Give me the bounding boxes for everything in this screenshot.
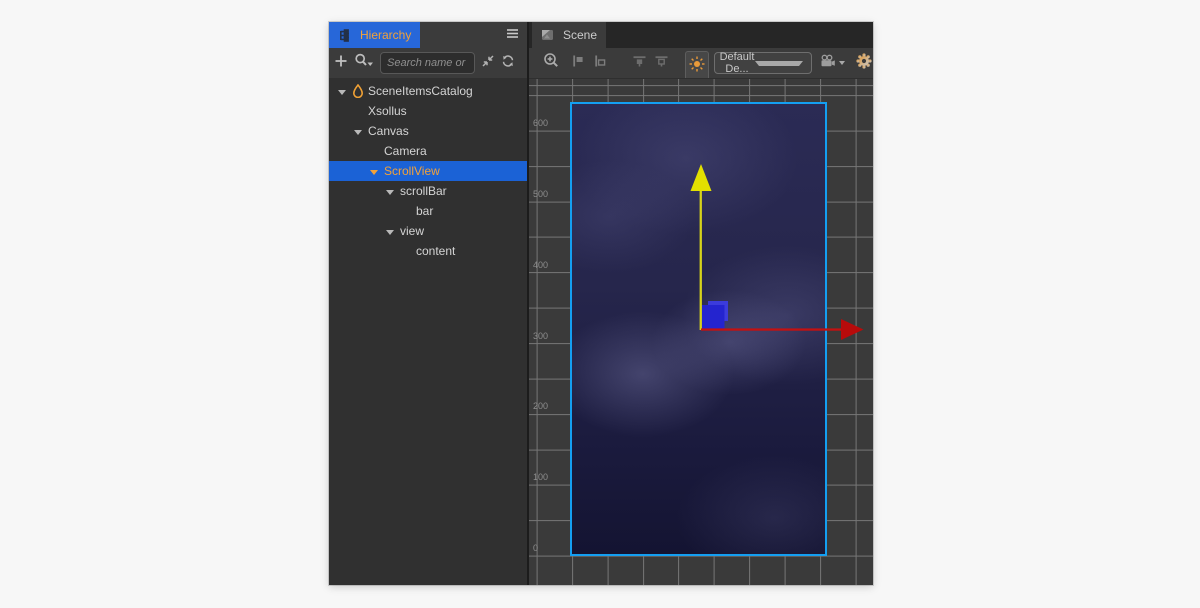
ruler-label: 400 [533,259,549,270]
hierarchy-tree-icon [338,28,351,42]
tree-node-xsollus[interactable]: Xsollus [329,101,527,121]
settings-button[interactable] [856,48,872,78]
scene-camera-button[interactable] [818,48,846,78]
search-filter-button[interactable] [354,53,374,73]
ruler-label: 600 [533,118,549,128]
search-input[interactable] [380,52,475,74]
hierarchy-toolbar [329,48,527,78]
tree-node-label: Canvas [368,124,409,138]
scene-toolbar: Default De... [529,48,873,81]
hierarchy-tree: SceneItemsCatalog Xsollus Canvas Camera Scro… [329,78,527,585]
expand-arrow-icon[interactable] [354,129,362,135]
collapse-all-icon [481,54,495,73]
tree-node-label: content [416,244,456,258]
plus-icon [334,54,348,73]
tree-node-label: view [400,224,425,238]
add-node-button[interactable] [334,54,348,73]
tree-node-content[interactable]: content [329,241,527,261]
x-axis-arrow[interactable] [841,319,864,340]
editor-window: Hierarchy Search name or UUID SceneItems… [329,22,873,585]
tree-node-view[interactable]: view [329,221,527,241]
zoom-in-icon [543,52,560,74]
tree-node-camera[interactable]: Camera [329,141,527,161]
refresh-icon [501,54,515,73]
ruler-label: 200 [533,401,549,412]
expand-arrow-icon[interactable] [370,169,378,175]
distribute-top-button[interactable] [630,48,648,78]
scene-viewport[interactable]: 600 500 400 300 200 100 0 [529,78,873,585]
design-canvas[interactable] [570,102,827,556]
tree-node-label: Xsollus [368,104,407,118]
tree-node-label: Camera [384,144,427,158]
hierarchy-panel: Hierarchy Search name or UUID SceneItems… [329,22,527,585]
hierarchy-tabstrip: Hierarchy [329,22,527,48]
tab-hierarchy-label: Hierarchy [360,28,412,42]
tab-scene[interactable]: Scene [532,22,607,48]
align-right-button[interactable] [591,48,609,78]
zoom-to-fit-button[interactable] [541,48,561,78]
tree-node-canvas[interactable]: Canvas [329,121,527,141]
distribute-bottom-icon [654,54,669,73]
chevron-down-icon [838,61,845,65]
tree-node-label: scrollBar [400,184,447,198]
scene-tabstrip: Scene [529,22,873,48]
align-left-button[interactable] [569,48,587,78]
tree-node-sceneitemscatalog[interactable]: SceneItemsCatalog [329,81,527,101]
collapse-all-button[interactable] [481,54,495,73]
scene-camera-icon [820,54,836,73]
gizmo-sun-icon [689,56,705,77]
distribute-bottom-button[interactable] [652,48,670,78]
ruler-label: 500 [533,188,549,199]
resolution-dropdown[interactable]: Default De... [714,51,812,75]
ruler-label: 100 [533,472,549,483]
align-left-icon [571,54,586,73]
refresh-button[interactable] [501,54,515,73]
ruler-label: 0 [533,543,539,554]
scene-image-icon [541,29,554,41]
chevron-down-icon [755,60,803,66]
tree-node-scrollbar[interactable]: scrollBar [329,181,527,201]
menu-icon [506,26,519,44]
expand-arrow-icon[interactable] [386,189,394,195]
search-filter-icon [354,53,374,73]
distribute-top-icon [632,54,647,73]
gear-icon [856,52,872,74]
tree-node-scrollview[interactable]: ScrollView [329,161,527,181]
resolution-dropdown-label: Default De... [719,51,755,75]
tree-node-label: bar [416,204,434,218]
hierarchy-menu-button[interactable] [506,22,519,48]
flame-icon [352,84,364,98]
tree-node-label: SceneItemsCatalog [368,84,473,98]
gizmo-toggle-button[interactable] [685,51,709,81]
tree-node-label: ScrollView [384,164,440,178]
scene-panel: Scene Default De... 600 500 400 300 200 … [529,22,873,585]
tab-hierarchy[interactable]: Hierarchy [329,22,421,48]
expand-arrow-icon[interactable] [338,89,346,95]
ruler-label: 300 [533,330,549,341]
align-right-icon [593,54,608,73]
tab-scene-label: Scene [563,28,598,42]
tree-node-bar[interactable]: bar [329,201,527,221]
expand-arrow-icon[interactable] [386,229,394,235]
